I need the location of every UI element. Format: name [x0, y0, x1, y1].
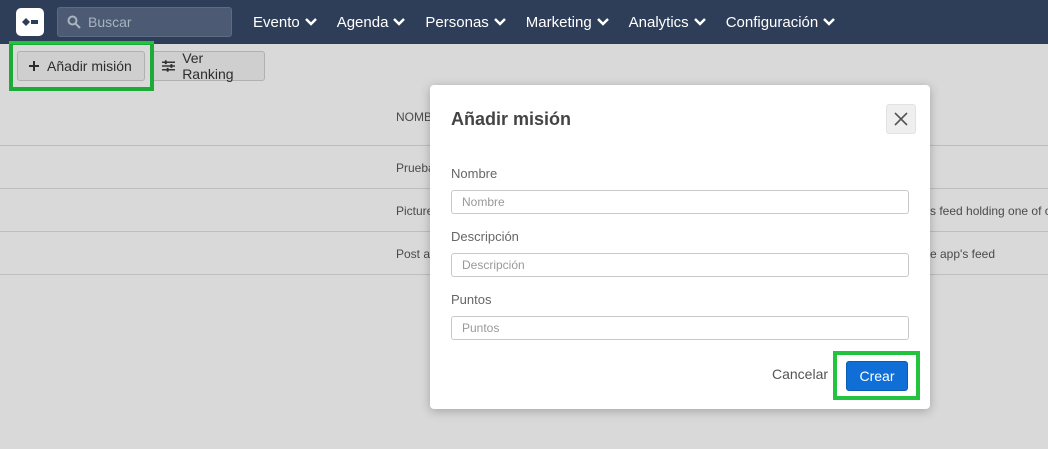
- search-box[interactable]: [57, 7, 232, 37]
- app-logo[interactable]: [16, 8, 44, 36]
- search-icon: [67, 15, 81, 29]
- highlight-create: [833, 351, 920, 400]
- points-input[interactable]: [451, 316, 909, 340]
- nav-label: Personas: [425, 13, 489, 31]
- description-label: Descripción: [451, 229, 519, 244]
- nav-label: Configuración: [725, 13, 819, 31]
- chevron-down-icon: [596, 18, 609, 26]
- main-menu: Evento Agenda Personas Marketing Analyti…: [253, 0, 855, 44]
- nav-label: Agenda: [336, 13, 389, 31]
- nav-label: Evento: [253, 13, 300, 31]
- cancel-button[interactable]: Cancelar: [772, 366, 828, 382]
- points-label: Puntos: [451, 292, 492, 307]
- top-nav: Evento Agenda Personas Marketing Analyti…: [0, 0, 1048, 44]
- description-input[interactable]: [451, 253, 909, 277]
- nav-marketing[interactable]: Marketing: [526, 14, 609, 31]
- chevron-down-icon: [304, 18, 317, 26]
- chevron-down-icon: [823, 18, 836, 26]
- nav-configuracion[interactable]: Configuración: [726, 14, 836, 31]
- name-label: Nombre: [451, 166, 498, 181]
- nav-evento[interactable]: Evento: [253, 14, 317, 31]
- nav-agenda[interactable]: Agenda: [337, 14, 406, 31]
- nav-label: Marketing: [525, 13, 592, 31]
- modal-title: Añadir misión: [451, 109, 572, 129]
- name-input[interactable]: [451, 190, 909, 214]
- nav-personas[interactable]: Personas: [425, 13, 506, 31]
- chevron-down-icon: [693, 18, 706, 26]
- close-icon: [894, 112, 908, 126]
- nav-analytics[interactable]: Analytics: [629, 14, 706, 31]
- logo-icon: [22, 18, 38, 26]
- chevron-down-icon: [493, 18, 506, 26]
- nav-label: Analytics: [628, 13, 689, 31]
- close-button[interactable]: [886, 104, 916, 134]
- search-input[interactable]: [88, 14, 218, 30]
- chevron-down-icon: [393, 18, 406, 26]
